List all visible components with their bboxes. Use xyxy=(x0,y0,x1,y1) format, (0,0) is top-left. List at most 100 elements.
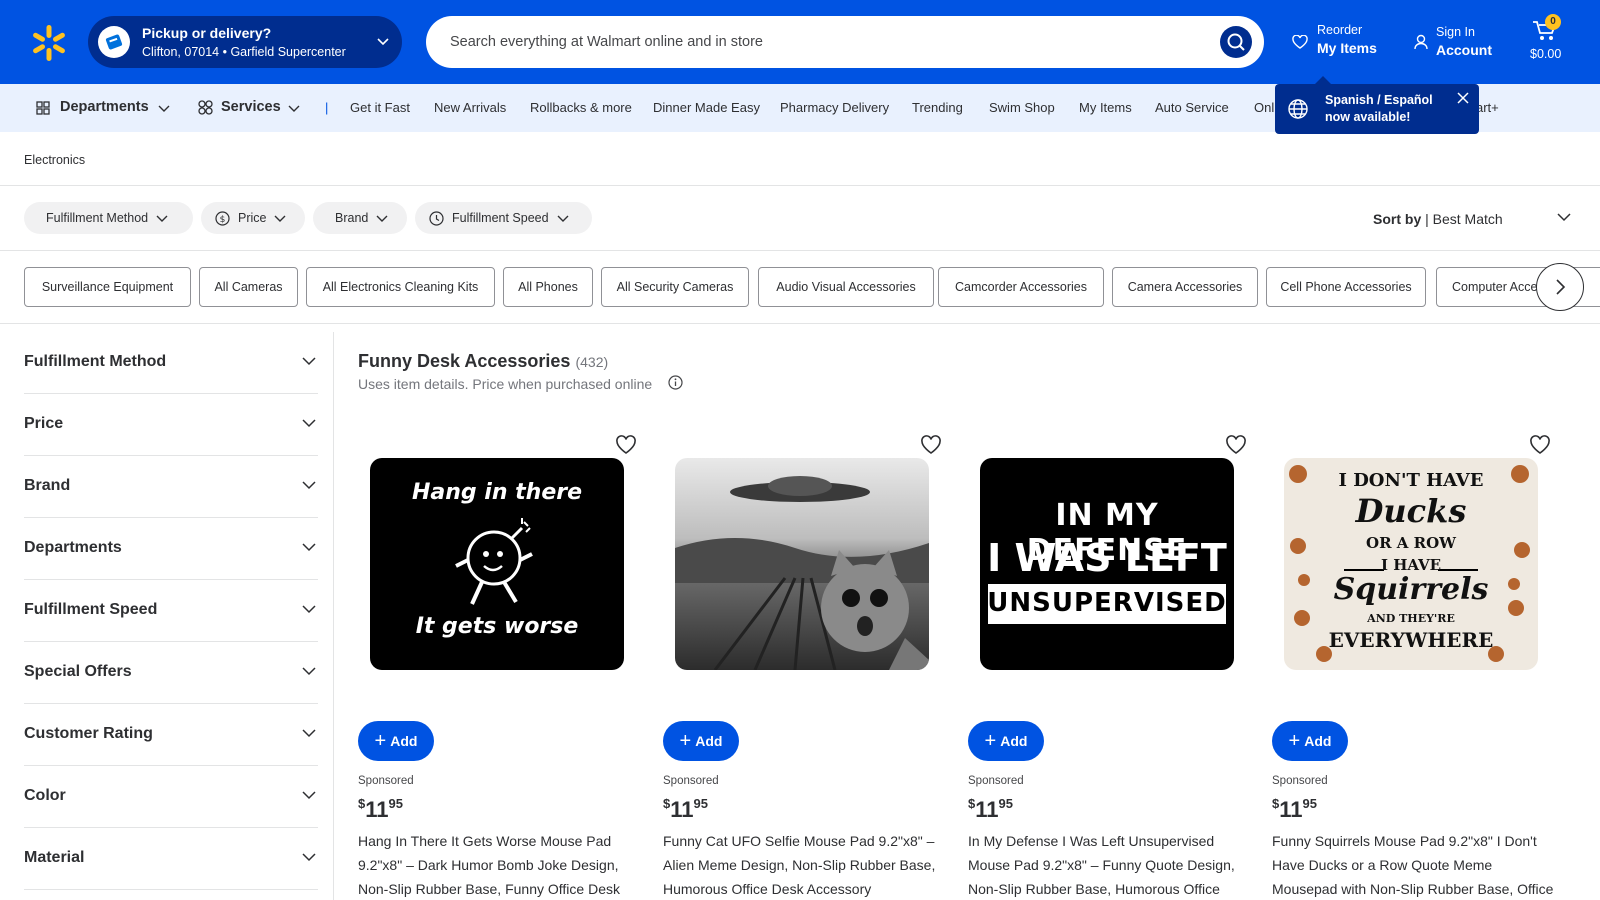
reorder-my-items-link[interactable]: Reorder My Items xyxy=(1292,23,1377,56)
filter-fulfillment-speed[interactable]: Fulfillment Speed xyxy=(415,202,592,234)
nav-link-my-items[interactable]: My Items xyxy=(1079,100,1132,115)
toast-message: Spanish / Español now available! xyxy=(1325,93,1433,124)
svg-text:$: $ xyxy=(220,215,226,225)
facet-brand[interactable]: Brand xyxy=(24,456,318,518)
category-chip[interactable]: Audio Visual Accessories xyxy=(758,267,934,307)
results-subtitle: Uses item details. Price when purchased … xyxy=(358,376,653,392)
add-to-cart-button[interactable]: + Add xyxy=(358,721,434,761)
add-label: Add xyxy=(1000,733,1028,749)
departments-menu[interactable]: Departments xyxy=(60,99,149,115)
filter-brand[interactable]: Brand xyxy=(313,202,407,234)
breadcrumb[interactable]: Electronics xyxy=(24,153,85,167)
product-image[interactable]: Hang in there It gets worse xyxy=(370,458,624,670)
chevron-down-icon xyxy=(288,105,300,112)
cart-total[interactable]: $0.00 xyxy=(1530,47,1561,61)
language-toast: Spanish / Español now available! xyxy=(1275,76,1479,134)
pickup-delivery-selector[interactable]: Pickup or delivery? Clifton, 07014 • Gar… xyxy=(88,16,402,68)
product-name-link[interactable]: Funny Cat UFO Selfie Mouse Pad 9.2"x8" –… xyxy=(663,829,945,900)
chevron-right-icon xyxy=(1556,279,1566,295)
nav-separator: | xyxy=(325,100,329,115)
chevron-down-icon xyxy=(274,215,286,222)
search-input[interactable] xyxy=(426,16,1264,68)
heart-icon[interactable] xyxy=(615,435,637,455)
walmart-spark-logo[interactable] xyxy=(30,24,68,62)
chip-label: Cell Phone Accessories xyxy=(1280,280,1412,294)
price-cents: 95 xyxy=(388,796,403,811)
nav-link-get-it-fast[interactable]: Get it Fast xyxy=(350,100,410,115)
add-to-cart-button[interactable]: + Add xyxy=(1272,721,1348,761)
facet-fulfillment-method[interactable]: Fulfillment Method xyxy=(24,332,318,394)
nav-link-swim-shop[interactable]: Swim Shop xyxy=(989,100,1055,115)
facet-price[interactable]: Price xyxy=(24,394,318,456)
clock-icon xyxy=(429,210,444,226)
category-chip[interactable]: Camcorder Accessories xyxy=(938,267,1104,307)
product-card[interactable]: Hang in there It gets worse + Add Sponsor… xyxy=(358,430,643,900)
nav-link-trending[interactable]: Trending xyxy=(912,100,963,115)
sign-in-account-link[interactable]: Sign In Account xyxy=(1414,25,1492,58)
add-label: Add xyxy=(1304,733,1332,749)
nav-link-rollbacks[interactable]: Rollbacks & more xyxy=(530,100,632,115)
image-text: I DON'T HAVE xyxy=(1338,470,1484,491)
reorder-label: Reorder xyxy=(1317,23,1363,37)
facet-fulfillment-speed[interactable]: Fulfillment Speed xyxy=(24,580,318,642)
category-chip[interactable]: All Phones xyxy=(503,267,593,307)
facet-label: Fulfillment Speed xyxy=(24,601,158,618)
image-text: Hang in there xyxy=(411,480,583,505)
category-chip[interactable]: Camera Accessories xyxy=(1112,267,1258,307)
nav-link-pharmacy-delivery[interactable]: Pharmacy Delivery xyxy=(780,100,889,115)
info-icon[interactable] xyxy=(668,375,683,390)
product-card[interactable]: I DON'T HAVE Ducks OR A ROW I HAVE Squir… xyxy=(1272,430,1557,900)
product-card[interactable]: + Add Sponsored $1195 Funny Cat UFO Selfi… xyxy=(663,430,948,900)
cart-count-badge: 0 xyxy=(1545,14,1561,30)
category-carousel: Surveillance Equipment All Cameras All E… xyxy=(24,267,1600,307)
nav-link-new-arrivals[interactable]: New Arrivals xyxy=(434,100,506,115)
my-items-label: My Items xyxy=(1317,40,1377,56)
product-image[interactable]: IN MY DEFENSE I WAS LEFT UNSUPERVISED xyxy=(980,458,1234,670)
facet-customer-rating[interactable]: Customer Rating xyxy=(24,704,318,766)
image-text: I WAS LEFT xyxy=(987,536,1227,580)
facet-color[interactable]: Color xyxy=(24,766,318,828)
product-image[interactable] xyxy=(675,458,929,670)
sort-by-dropdown[interactable]: Sort by | Best Match xyxy=(1373,211,1503,227)
nav-link-auto-service[interactable]: Auto Service xyxy=(1155,100,1229,115)
nav-link-dinner-made-easy[interactable]: Dinner Made Easy xyxy=(653,100,760,115)
heart-icon[interactable] xyxy=(920,435,942,455)
filter-price[interactable]: $ Price xyxy=(201,202,305,234)
account-label: Account xyxy=(1436,42,1492,58)
chip-label: All Security Cameras xyxy=(616,280,734,294)
carousel-next-button[interactable] xyxy=(1536,263,1584,311)
category-chip[interactable]: Surveillance Equipment xyxy=(24,267,191,307)
filter-fulfillment-method[interactable]: Fulfillment Method xyxy=(24,202,193,234)
product-card[interactable]: IN MY DEFENSE I WAS LEFT UNSUPERVISED + A… xyxy=(968,430,1253,900)
chevron-down-icon[interactable] xyxy=(1557,211,1571,223)
heart-icon[interactable] xyxy=(1529,435,1551,455)
price-dollars: 11 xyxy=(975,797,999,822)
category-chip[interactable]: All Security Cameras xyxy=(601,267,749,307)
facet-special-offers[interactable]: Special Offers xyxy=(24,642,318,704)
chevron-down-icon xyxy=(302,481,316,490)
add-to-cart-button[interactable]: + Add xyxy=(968,721,1044,761)
close-icon[interactable] xyxy=(1457,92,1469,104)
product-name-link[interactable]: Hang In There It Gets Worse Mouse Pad 9.… xyxy=(358,829,640,900)
heart-icon[interactable] xyxy=(1225,435,1247,455)
price-dollars: 11 xyxy=(365,797,389,822)
divider xyxy=(0,250,1600,251)
store-icon xyxy=(98,26,130,58)
category-chip[interactable]: Cell Phone Accessories xyxy=(1266,267,1426,307)
facet-material[interactable]: Material xyxy=(24,828,318,890)
facet-departments[interactable]: Departments xyxy=(24,518,318,580)
product-image[interactable]: I DON'T HAVE Ducks OR A ROW I HAVE Squir… xyxy=(1284,458,1538,670)
user-icon xyxy=(1414,34,1428,50)
nav-link-walmart-plus[interactable]: art+ xyxy=(1476,100,1499,115)
add-to-cart-button[interactable]: + Add xyxy=(663,721,739,761)
category-chip[interactable]: All Electronics Cleaning Kits xyxy=(306,267,495,307)
product-name-link[interactable]: In My Defense I Was Left Unsupervised Mo… xyxy=(968,829,1250,900)
services-menu[interactable]: Services xyxy=(221,99,281,115)
chevron-down-icon xyxy=(158,105,170,112)
nav-link-online[interactable]: Onl xyxy=(1254,100,1274,115)
category-chip[interactable]: All Cameras xyxy=(199,267,298,307)
product-name-link[interactable]: Funny Squirrels Mouse Pad 9.2"x8" I Don'… xyxy=(1272,829,1554,900)
chevron-down-icon xyxy=(557,215,569,222)
price-cents: 95 xyxy=(693,796,708,811)
search-button[interactable] xyxy=(1220,26,1252,58)
